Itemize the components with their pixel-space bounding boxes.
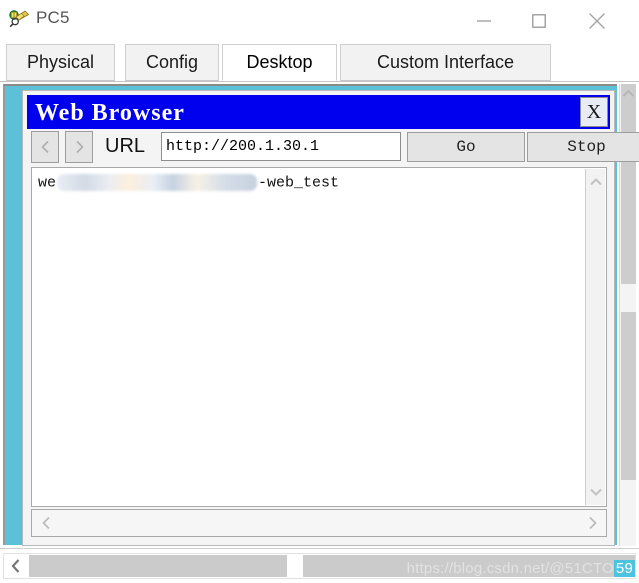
page-body-text: we -web_test: [38, 174, 339, 191]
content-vertical-scrollbar[interactable]: [585, 169, 605, 505]
chevron-right-icon[interactable]: [580, 511, 604, 535]
tab-desktop-label: Desktop: [246, 52, 313, 72]
page-text-suffix: -web_test: [258, 174, 340, 192]
redacted-text-block: [57, 174, 258, 191]
chevron-left-icon[interactable]: [34, 511, 58, 535]
tab-custom-interface-label: Custom Interface: [376, 52, 515, 72]
tab-config[interactable]: Config: [125, 44, 219, 81]
page-title: PC5: [36, 8, 70, 27]
scrollbar-thumb[interactable]: [303, 555, 635, 577]
tab-desktop[interactable]: Desktop: [222, 44, 337, 81]
page-text-prefix: we: [38, 174, 57, 192]
scrollbar-thumb[interactable]: [621, 312, 636, 480]
tab-physical[interactable]: Physical: [6, 44, 115, 81]
url-label: URL: [105, 135, 146, 157]
browser-title-label: Web Browser: [35, 100, 185, 126]
window-title-bar: I PC5: [0, 0, 639, 44]
window-title-group: I PC5: [8, 7, 70, 29]
scrollbar-thumb[interactable]: [621, 84, 636, 284]
chevron-up-icon[interactable]: [586, 171, 606, 193]
tab-bar: Physical Config Desktop Custom Interface: [0, 44, 639, 82]
scrollbar-thumb[interactable]: [29, 555, 287, 577]
close-button[interactable]: [575, 6, 619, 36]
chevron-down-icon[interactable]: [586, 481, 606, 503]
maximize-button[interactable]: [517, 6, 561, 36]
chevron-left-icon[interactable]: [31, 131, 59, 163]
go-button[interactable]: Go: [407, 132, 525, 162]
minimize-button[interactable]: [462, 6, 506, 36]
chevron-right-icon[interactable]: [65, 131, 93, 163]
scroll-left-arrow-icon[interactable]: [4, 554, 28, 578]
scroll-up-arrow-icon[interactable]: [620, 84, 637, 102]
browser-close-button[interactable]: X: [580, 97, 608, 127]
browser-content-area: we -web_test: [31, 167, 607, 507]
tab-physical-label: Physical: [26, 52, 95, 72]
browser-title-bar: Web Browser X: [27, 95, 610, 129]
browser-toolbar: URL Go Stop: [27, 131, 639, 163]
url-input[interactable]: [161, 132, 401, 161]
pc-configuration-window: I PC5 Physical Config Desktop Custom Int…: [0, 0, 639, 583]
tab-custom-interface[interactable]: Custom Interface: [340, 44, 551, 81]
web-browser-window: Web Browser X URL Go Stop we -web_test: [22, 90, 639, 546]
window-horizontal-scrollbar[interactable]: [0, 548, 639, 583]
browser-horizontal-scrollbar[interactable]: [31, 509, 607, 537]
device-pc-icon: I: [8, 7, 30, 29]
stop-button[interactable]: Stop: [527, 132, 639, 162]
tab-config-label: Config: [145, 52, 199, 72]
